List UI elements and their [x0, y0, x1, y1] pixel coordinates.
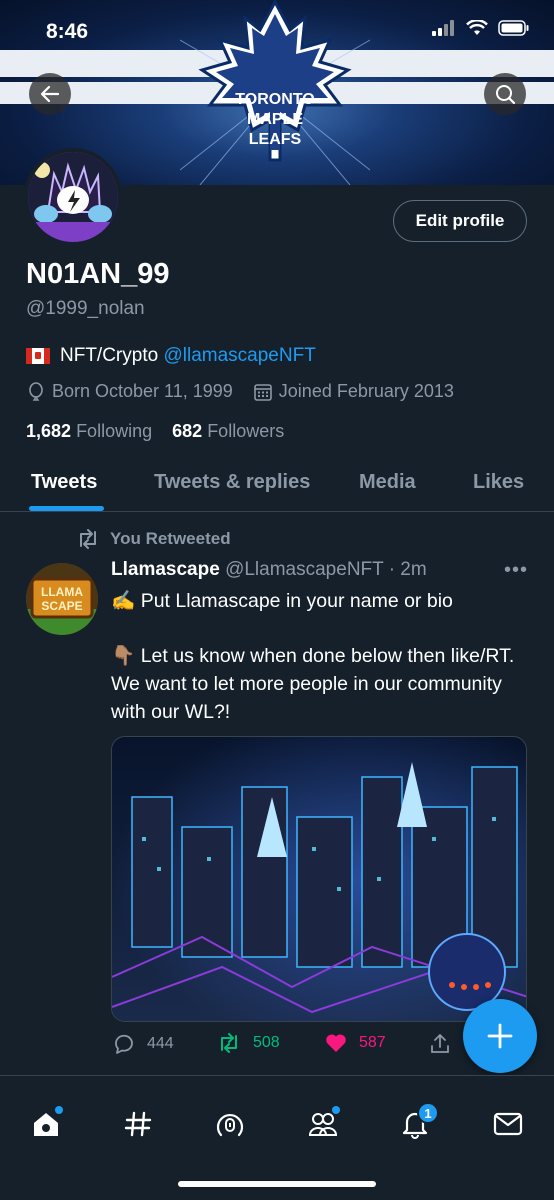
spaces-icon — [216, 1113, 244, 1137]
retweet-active-icon — [221, 1033, 237, 1053]
nav-home[interactable] — [26, 1104, 66, 1144]
bio-text: NFT/Crypto — [60, 345, 159, 366]
nav-communities[interactable] — [303, 1104, 343, 1144]
profile-tabs: Tweets Tweets & replies Media Likes — [0, 455, 554, 512]
compose-tweet-button[interactable] — [463, 999, 537, 1073]
status-bar: 8:46 — [0, 0, 554, 60]
followers-label: Followers — [207, 421, 285, 441]
tab-tweets[interactable]: Tweets — [31, 471, 97, 494]
like-button[interactable]: 587 — [325, 1033, 386, 1053]
logo-text-3: LEAFS — [249, 131, 302, 148]
wifi-icon — [466, 20, 488, 35]
active-tab-indicator — [29, 506, 104, 511]
tab-media[interactable]: Media — [359, 471, 416, 494]
profile-meta: Born October 11, 1999 Joined February 20… — [26, 381, 454, 402]
tweet-actions: 444 508 587 — [111, 1033, 461, 1059]
nav-messages[interactable] — [488, 1104, 528, 1144]
retweet-icon — [80, 529, 96, 549]
reply-count: 444 — [147, 1035, 174, 1052]
communities-unread-dot — [332, 1106, 340, 1114]
followers-link[interactable]: 682 Followers — [172, 421, 284, 441]
battery-icon — [498, 20, 529, 36]
status-time: 8:46 — [46, 20, 89, 43]
profile-bio: NFT/Crypto @llamascapeNFT — [26, 345, 316, 367]
following-link[interactable]: 1,682 Following — [26, 421, 152, 441]
tweet-text-line-2: 👇🏽 Let us know when done below then like… — [111, 645, 515, 723]
tweet-text-line-1: ✍️ Put Llamascape in your name or bio — [111, 590, 453, 612]
search-button[interactable] — [484, 73, 526, 115]
logo-line-1: LLAMA — [41, 585, 83, 599]
bio-mention-link[interactable]: @llamascapeNFT — [163, 345, 315, 366]
logo-text-1: TORONTO — [235, 91, 314, 108]
envelope-icon — [493, 1112, 523, 1136]
following-count: 1,682 — [26, 421, 72, 441]
share-icon — [431, 1034, 449, 1053]
share-button[interactable] — [429, 1033, 451, 1055]
tweet-media-image[interactable] — [111, 736, 527, 1022]
more-options-icon[interactable]: ••• — [504, 559, 528, 582]
birth-date: Born October 11, 1999 — [52, 381, 233, 401]
cellular-signal-icon — [432, 20, 454, 36]
edit-profile-button[interactable]: Edit profile — [393, 200, 527, 242]
nav-notifications[interactable]: 1 — [395, 1102, 439, 1144]
tab-tweets-replies[interactable]: Tweets & replies — [154, 471, 310, 494]
llamascape-logo: LLAMA SCAPE — [26, 563, 98, 635]
nav-spaces[interactable] — [210, 1104, 250, 1144]
avatar-art — [28, 152, 118, 242]
tweet-header: Llamascape @LlamascapeNFT · 2m — [111, 559, 427, 581]
tweet-author-handle[interactable]: @LlamascapeNFT — [225, 559, 383, 580]
arrow-left-icon — [40, 85, 60, 103]
status-icons — [432, 20, 530, 36]
home-indicator — [178, 1181, 376, 1187]
hashtag-icon — [124, 1111, 152, 1137]
retweet-button[interactable]: 508 — [217, 1033, 280, 1053]
heart-icon — [326, 1034, 346, 1052]
tab-likes[interactable]: Likes — [473, 471, 524, 494]
reply-button[interactable]: 444 — [113, 1033, 174, 1055]
profile-name: N01AN_99 — [26, 258, 170, 290]
retweet-count: 508 — [253, 1034, 280, 1051]
home-unread-dot — [55, 1106, 63, 1114]
city-render-image — [112, 737, 526, 1021]
followers-count: 682 — [172, 421, 203, 441]
logo-text-2: MAPLE — [247, 111, 303, 128]
like-count: 587 — [359, 1034, 386, 1051]
tweet-author-name[interactable]: Llamascape — [111, 559, 220, 580]
plus-icon — [487, 1023, 513, 1049]
search-icon — [496, 85, 516, 105]
canada-flag-icon — [26, 348, 50, 364]
notifications-badge: 1 — [417, 1102, 439, 1124]
tweet-time: · 2m — [388, 559, 427, 580]
follow-stats: 1,682 Following 682 Followers — [26, 421, 284, 442]
reply-icon — [115, 1034, 133, 1054]
join-date: Joined February 2013 — [278, 381, 454, 401]
tweet-author-avatar[interactable]: LLAMA SCAPE — [26, 563, 98, 635]
profile-handle: @1999_nolan — [26, 298, 145, 319]
retweet-label: You Retweeted — [110, 529, 231, 548]
back-button[interactable] — [29, 73, 71, 115]
following-label: Following — [76, 421, 153, 441]
calendar-icon — [253, 383, 272, 401]
nav-explore[interactable] — [118, 1104, 158, 1144]
retweet-context: You Retweeted — [76, 529, 231, 549]
profile-avatar[interactable] — [24, 148, 122, 246]
balloon-icon — [29, 381, 43, 401]
logo-line-2: SCAPE — [41, 599, 82, 613]
